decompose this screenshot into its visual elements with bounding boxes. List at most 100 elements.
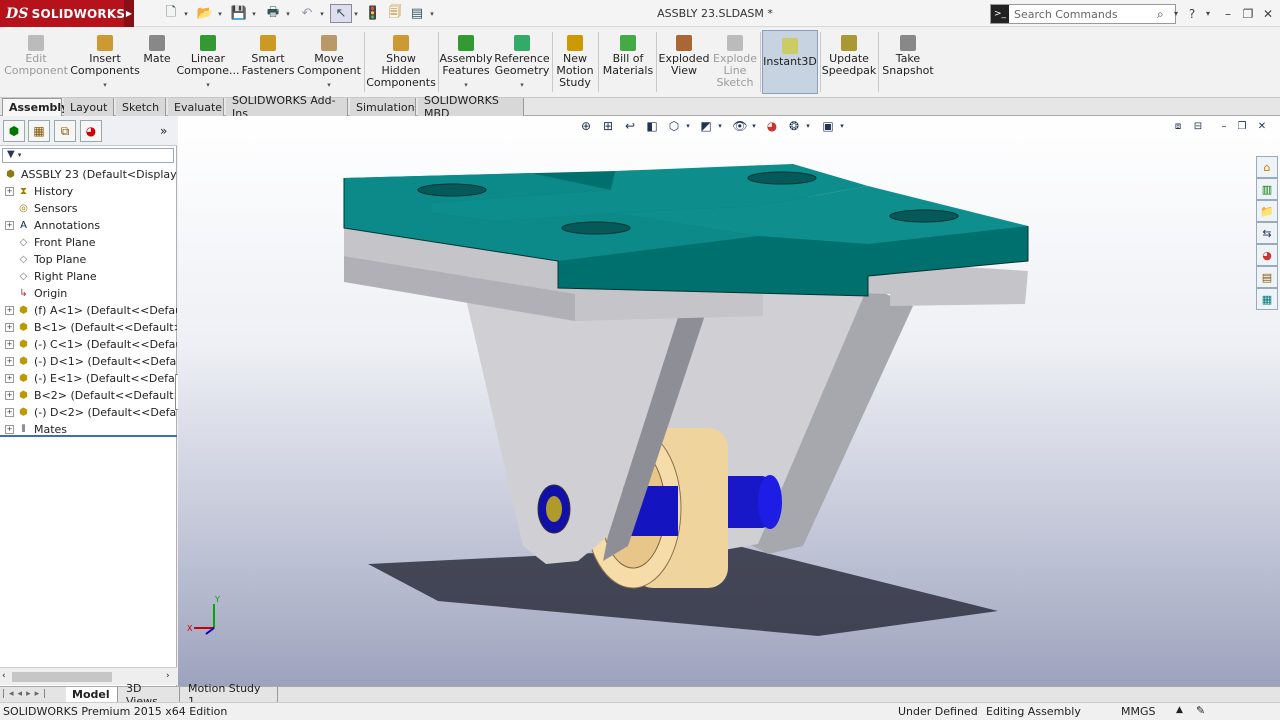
save-dropdown-icon[interactable]: ▾ xyxy=(250,4,258,23)
tree-node[interactable]: + ⬢ B<1> (Default<<Default>_D xyxy=(0,319,177,336)
section-view-icon[interactable]: ◧ xyxy=(642,117,662,135)
open-folder-icon[interactable]: 📂 xyxy=(194,4,216,23)
rollback-bar[interactable] xyxy=(0,435,177,437)
expand-icon[interactable]: + xyxy=(5,408,14,417)
motion-study-button[interactable]: New Motion Study xyxy=(554,28,596,98)
viewport-close-icon[interactable]: ✕ xyxy=(1252,117,1272,135)
display-manager-tab-icon[interactable]: ◕ xyxy=(80,120,102,142)
dropdown-arrow-icon[interactable]: ▾ xyxy=(464,79,468,91)
tree-node[interactable]: + A Annotations xyxy=(0,217,177,234)
apply-scene-dropdown-icon[interactable]: ▾ xyxy=(804,117,812,135)
new-document-icon[interactable]: 🗋 xyxy=(160,4,182,23)
appearances-icon[interactable]: ◕ xyxy=(1256,244,1278,266)
exploded-view-button[interactable]: Exploded View xyxy=(657,28,711,98)
tree-node[interactable]: ◎ Sensors xyxy=(0,200,177,217)
tree-node[interactable]: + ⧗ History xyxy=(0,183,177,200)
open-dropdown-icon[interactable]: ▾ xyxy=(216,4,224,23)
hide-show-dropdown-icon[interactable]: ▾ xyxy=(750,117,758,135)
options-icon[interactable]: ▤ xyxy=(406,4,428,23)
edit-component-button[interactable]: Edit Component xyxy=(4,28,68,98)
insert-components-button[interactable]: Insert Components ▾ xyxy=(70,28,140,98)
tab-simulation[interactable]: Simulation xyxy=(350,98,416,116)
apply-scene-icon[interactable]: ❂ xyxy=(784,117,804,135)
explode-line-button[interactable]: Explode Line Sketch xyxy=(713,28,757,98)
configuration-manager-tab-icon[interactable]: ⧉ xyxy=(54,120,76,142)
bottom-tab-model[interactable]: Model xyxy=(66,687,118,702)
view-settings-icon[interactable]: ▣ xyxy=(818,117,838,135)
dropdown-arrow-icon[interactable]: ▾ xyxy=(206,79,210,91)
expand-icon[interactable]: + xyxy=(5,221,14,230)
tab-solidworks-mbd[interactable]: SOLIDWORKS MBD xyxy=(418,94,524,120)
solidworks-logo[interactable]: DS SOLIDWORKS xyxy=(0,0,125,27)
scroll-left-icon[interactable]: ‹ xyxy=(2,671,6,681)
property-manager-tab-icon[interactable]: ▦ xyxy=(28,120,50,142)
view-orientation-icon[interactable]: ⬡ xyxy=(664,117,684,135)
graphics-area[interactable]: Y X ⊕ ⊞ ↩ ◧ ⬡ ▾ ◩ ▾ 👁 ▾ ◕ ❂ ▾ ▣ ▾ ⧈ ⊟ – … xyxy=(178,116,1280,686)
help-dropdown-icon[interactable]: ▾ xyxy=(1198,4,1218,23)
tree-root[interactable]: ⬢ ASSBLY 23 (Default<Display Sta xyxy=(0,166,177,183)
display-style-icon[interactable]: ◩ xyxy=(696,117,716,135)
expand-icon[interactable]: + xyxy=(5,391,14,400)
tree-node[interactable]: ◇ Top Plane xyxy=(0,251,177,268)
tab-layout[interactable]: Layout xyxy=(64,98,114,116)
zoom-to-fit-icon[interactable]: ⊕ xyxy=(576,117,596,135)
expand-icon[interactable]: + xyxy=(5,340,14,349)
minimize-icon[interactable]: – xyxy=(1218,4,1238,23)
move-component-button[interactable]: Move Component ▾ xyxy=(297,28,361,98)
menu-expand-icon[interactable]: ▶ xyxy=(124,0,134,27)
viewport-restore-icon[interactable]: ❐ xyxy=(1232,117,1252,135)
view-settings-dropdown-icon[interactable]: ▾ xyxy=(838,117,846,135)
dropdown-arrow-icon[interactable]: ▾ xyxy=(103,79,107,91)
tree-node[interactable]: ↳ Origin xyxy=(0,285,177,302)
options-dropdown-icon[interactable]: ▾ xyxy=(428,4,436,23)
tree-node[interactable]: + ⬢ (f) A<1> (Default<<Default xyxy=(0,302,177,319)
print-icon[interactable]: 🖶 xyxy=(262,4,284,23)
expand-icon[interactable]: + xyxy=(5,374,14,383)
tools-icon[interactable]: ✎ xyxy=(1196,704,1205,717)
scroll-right-icon[interactable]: › xyxy=(166,671,170,681)
file-explorer-icon[interactable]: 📁 xyxy=(1256,200,1278,222)
feature-manager-tab-icon[interactable]: ⬢ xyxy=(3,120,25,142)
expand-icon[interactable]: + xyxy=(5,425,14,434)
tree-node[interactable]: + ⬢ (-) D<2> (Default<<Default xyxy=(0,404,177,421)
tree-node[interactable]: + ⬢ (-) D<1> (Default<<Default xyxy=(0,353,177,370)
dropdown-arrow-icon[interactable]: ▾ xyxy=(327,79,331,91)
save-icon[interactable]: 💾 xyxy=(228,4,250,23)
tree-node[interactable]: ◇ Front Plane xyxy=(0,234,177,251)
edit-appearance-icon[interactable]: ◕ xyxy=(762,117,782,135)
tab-solidworks-add-ins[interactable]: SOLIDWORKS Add-Ins xyxy=(226,94,348,120)
tree-node[interactable]: ◇ Right Plane xyxy=(0,268,177,285)
assembly-features-button[interactable]: Assembly Features ▾ xyxy=(439,28,493,98)
previous-view-icon[interactable]: ↩ xyxy=(620,117,640,135)
tree-node[interactable]: + ⬢ (-) C<1> (Default<<Default xyxy=(0,336,177,353)
view-palette-icon[interactable]: ⇆ xyxy=(1256,222,1278,244)
expand-panel-icon[interactable]: » xyxy=(160,124,167,138)
smart-fasteners-button[interactable]: Smart Fasteners xyxy=(242,28,294,98)
file-properties-icon[interactable]: 🗐 xyxy=(384,4,406,23)
select-dropdown-icon[interactable]: ▾ xyxy=(352,4,360,23)
reference-geometry-button[interactable]: Reference Geometry ▾ xyxy=(494,28,550,98)
undo-dropdown-icon[interactable]: ▾ xyxy=(318,4,326,23)
view-orientation-dropdown-icon[interactable]: ▾ xyxy=(684,117,692,135)
expand-icon[interactable]: + xyxy=(5,306,14,315)
forum-icon[interactable]: ▦ xyxy=(1256,288,1278,310)
mate-button[interactable]: Mate xyxy=(142,28,172,98)
unit-system[interactable]: MMGS xyxy=(1121,705,1156,718)
zoom-to-area-icon[interactable]: ⊞ xyxy=(598,117,618,135)
print-dropdown-icon[interactable]: ▾ xyxy=(284,4,292,23)
new-dropdown-icon[interactable]: ▾ xyxy=(182,4,190,23)
select-cursor-icon[interactable]: ↖ xyxy=(330,4,352,23)
restore-icon[interactable]: ❐ xyxy=(1238,4,1258,23)
tree-node[interactable]: + ⬢ (-) E<1> (Default<<Default xyxy=(0,370,177,387)
show-hidden-button[interactable]: Show Hidden Components xyxy=(366,28,436,98)
instant3d-button[interactable]: Instant3D xyxy=(762,30,818,94)
scroll-thumb[interactable] xyxy=(12,672,112,682)
viewport-split-icon[interactable]: ⧈ xyxy=(1168,117,1188,135)
bom-button[interactable]: Bill of Materials xyxy=(602,28,654,98)
viewport-link-icon[interactable]: ⊟ xyxy=(1188,117,1208,135)
search-commands-input[interactable]: >_ Search Commands ⌕ xyxy=(990,4,1176,24)
snapshot-button[interactable]: Take Snapshot xyxy=(880,28,936,98)
undo-icon[interactable]: ↶ xyxy=(296,4,318,23)
tree-node[interactable]: + ⬢ B<2> (Default<<Default>_D xyxy=(0,387,177,404)
speedpak-button[interactable]: Update Speedpak xyxy=(822,28,876,98)
